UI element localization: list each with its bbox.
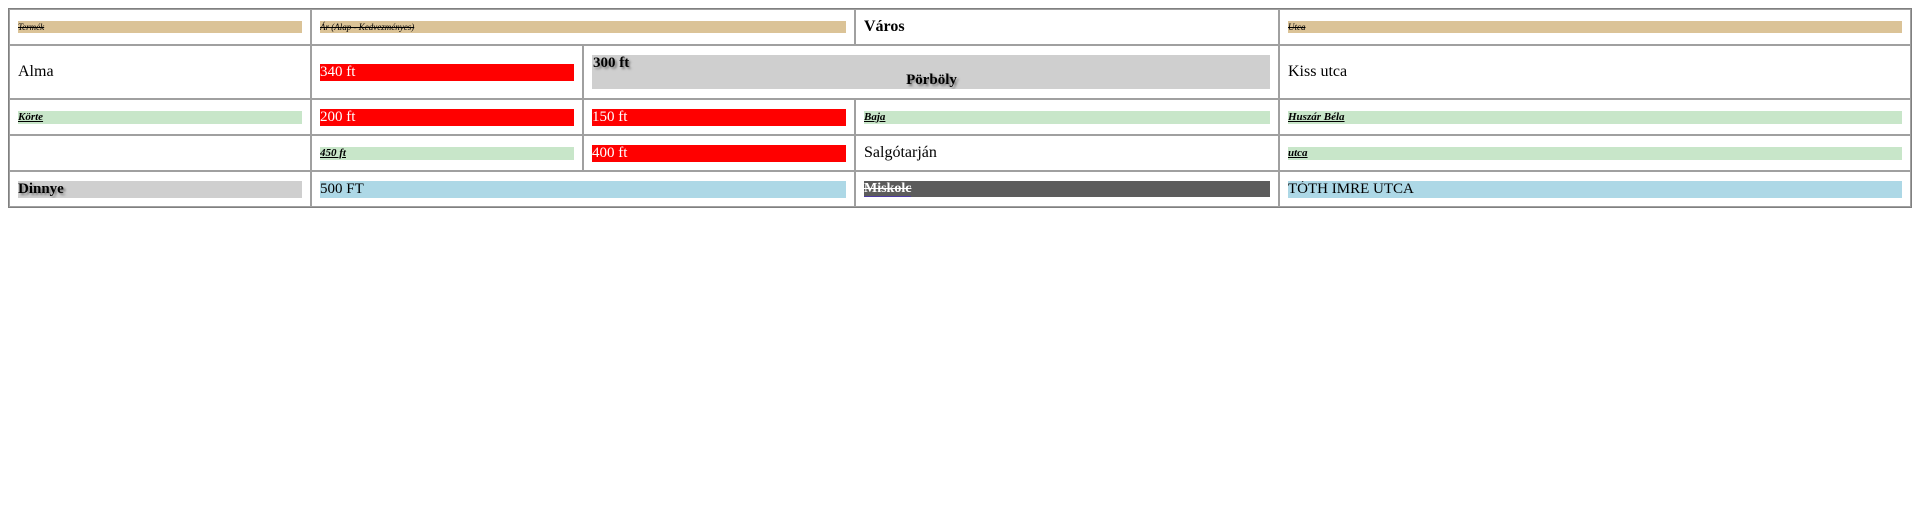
city-name: Pörböly: [906, 72, 957, 88]
cell-second-city: Salgótarján: [855, 135, 1279, 171]
header-cell-varos: Város: [855, 9, 1279, 45]
cell-dinnye-street: TÓTH IMRE UTCA: [1279, 171, 1911, 207]
city-name: Miskolc: [864, 181, 912, 197]
header-termek: Termék: [18, 21, 302, 33]
cell-alma-price: 340 ft: [311, 45, 583, 99]
cell-second-price: 450 ft: [311, 135, 583, 171]
table-header-row: Termék Ár (Alap - Kedvezményes) Város Ut…: [9, 9, 1911, 45]
cell-alma-street: Kiss utca: [1279, 45, 1911, 99]
base-price: 500 FT: [320, 180, 846, 198]
street-name: Kiss utca: [1288, 63, 1348, 80]
discount-price: 300 ft: [593, 55, 630, 71]
cell-korte-city: Baja: [855, 99, 1279, 135]
product-name: Dinnye: [18, 180, 302, 198]
product-name: Alma: [18, 63, 54, 80]
product-name: Körte: [18, 110, 302, 124]
discount-city-block: 300 ft Pörböly: [592, 55, 1270, 89]
street-name: TÓTH IMRE UTCA: [1288, 180, 1902, 198]
discount-price: 400 ft: [592, 144, 846, 162]
header-cell-termek: Termék: [9, 9, 311, 45]
cell-dinnye-name: Dinnye: [9, 171, 311, 207]
cell-second-discount: 400 ft: [583, 135, 855, 171]
header-utca: Utca: [1288, 21, 1902, 33]
cell-korte-street: Huszár Béla: [1279, 99, 1911, 135]
header-cell-ar: Ár (Alap - Kedvezményes): [311, 9, 855, 45]
page: Termék Ár (Alap - Kedvezményes) Város Ut…: [0, 0, 1919, 518]
cell-korte-discount: 150 ft: [583, 99, 855, 135]
discount-price: 150 ft: [592, 108, 846, 126]
table-row: 450 ft 400 ft Salgótarján utca: [9, 135, 1911, 171]
city-name: Baja: [864, 110, 1270, 124]
cell-second-name: [9, 135, 311, 171]
cell-alma-name: Alma: [9, 45, 311, 99]
table-row: Dinnye 500 FT Miskolc TÓTH IMRE UTCA: [9, 171, 1911, 207]
base-price: 340 ft: [320, 63, 574, 81]
table-row: Alma 340 ft 300 ft Pörböly Kiss utca: [9, 45, 1911, 99]
city-name: Salgótarján: [864, 144, 937, 161]
table-row: Körte 200 ft 150 ft Baja Huszár Béla: [9, 99, 1911, 135]
cell-korte-price: 200 ft: [311, 99, 583, 135]
header-ar: Ár (Alap - Kedvezményes): [320, 21, 846, 33]
header-varos: Város: [864, 18, 905, 35]
city-block: Miskolc: [864, 181, 1270, 197]
product-table: Termék Ár (Alap - Kedvezményes) Város Ut…: [8, 8, 1912, 208]
cell-dinnye-price: 500 FT: [311, 171, 855, 207]
street-name: utca: [1288, 146, 1902, 160]
street-name: Huszár Béla: [1288, 110, 1902, 124]
cell-dinnye-city: Miskolc: [855, 171, 1279, 207]
cell-second-street: utca: [1279, 135, 1911, 171]
base-price: 200 ft: [320, 108, 574, 126]
base-price: 450 ft: [320, 146, 574, 160]
cell-korte-name: Körte: [9, 99, 311, 135]
header-cell-utca: Utca: [1279, 9, 1911, 45]
cell-alma-discount-city: 300 ft Pörböly: [583, 45, 1279, 99]
